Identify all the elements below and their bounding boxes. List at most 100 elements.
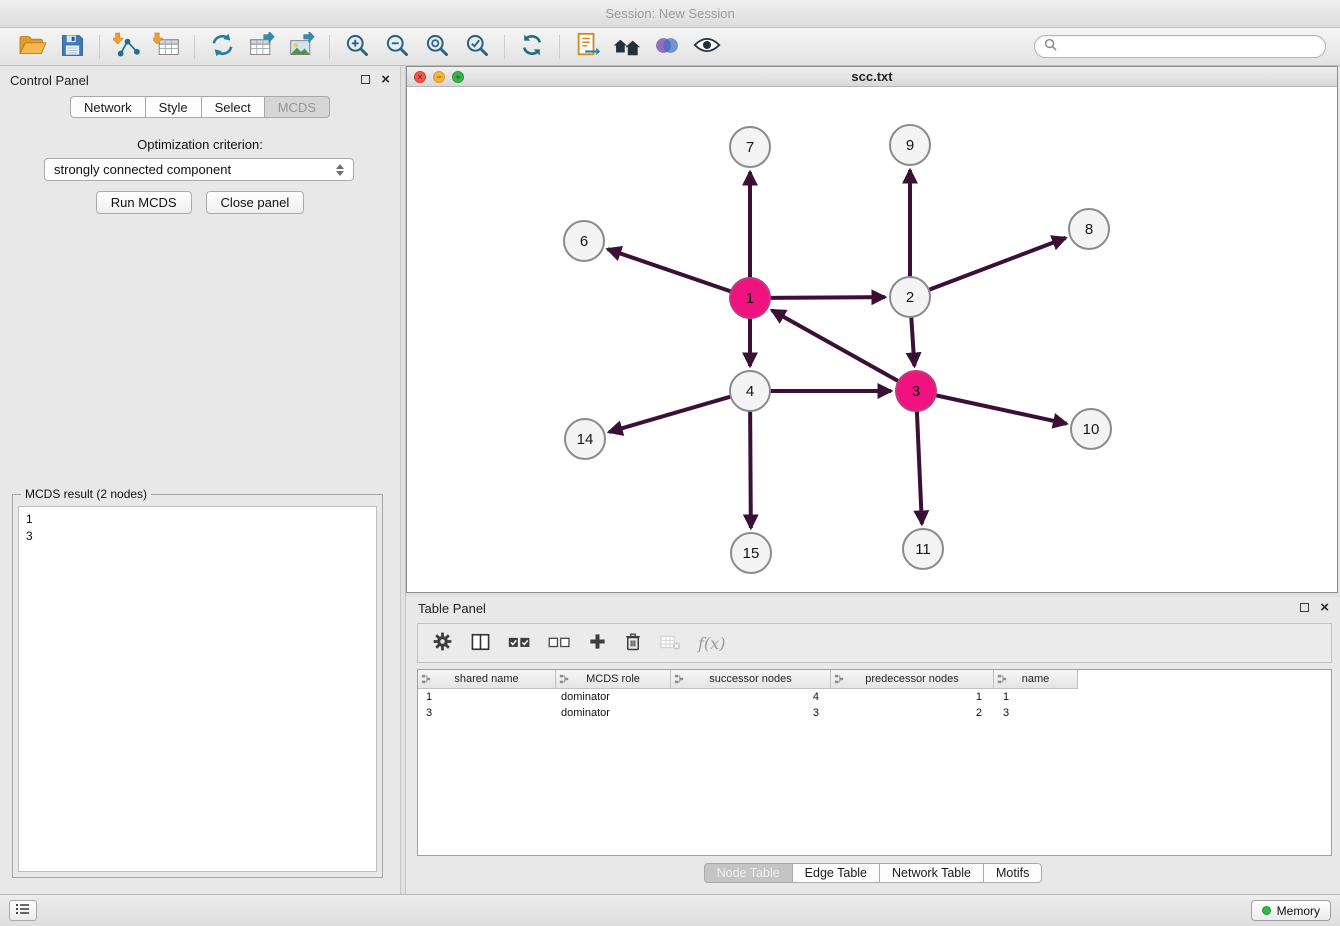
graph-node-2[interactable]: 2 bbox=[890, 277, 930, 317]
delete-column-button[interactable] bbox=[624, 632, 642, 655]
graph-node-8[interactable]: 8 bbox=[1069, 209, 1109, 249]
cell-shared-name[interactable]: 1 bbox=[418, 689, 556, 705]
tab-mcds[interactable]: MCDS bbox=[265, 96, 330, 118]
cell-mcds-role[interactable]: dominator bbox=[556, 705, 671, 721]
minimize-window-button[interactable]: − bbox=[433, 71, 445, 83]
graph-node-14[interactable]: 14 bbox=[565, 419, 605, 459]
column-header-predecessor-nodes[interactable]: predecessor nodes bbox=[831, 670, 994, 689]
deselect-all-rows-button[interactable] bbox=[548, 634, 571, 653]
graph-edge-1-6[interactable] bbox=[608, 249, 731, 291]
tab-motifs[interactable]: Motifs bbox=[984, 863, 1042, 883]
criterion-dropdown[interactable]: strongly connected component bbox=[44, 158, 354, 181]
cell-mcds-role[interactable]: dominator bbox=[556, 689, 671, 705]
zoom-out-icon bbox=[384, 32, 410, 61]
graph-node-7[interactable]: 7 bbox=[730, 127, 770, 167]
graph-node-3[interactable]: 3 bbox=[896, 371, 936, 411]
close-panel-icon[interactable]: × bbox=[381, 74, 390, 85]
cell-successor-nodes[interactable]: 3 bbox=[671, 705, 831, 721]
graph-edge-1-2[interactable] bbox=[770, 297, 885, 298]
refresh-layout-button[interactable] bbox=[512, 31, 552, 63]
control-panel-title: Control Panel bbox=[10, 73, 89, 88]
close-table-panel-icon[interactable]: × bbox=[1320, 602, 1329, 613]
hide-details-button[interactable] bbox=[687, 31, 727, 63]
graph-edge-2-3[interactable] bbox=[911, 317, 914, 366]
column-header-mcds-role[interactable]: MCDS role bbox=[556, 670, 671, 689]
column-type-icon bbox=[674, 674, 684, 687]
column-header-shared-name[interactable]: shared name bbox=[418, 670, 556, 689]
graph-edge-3-10[interactable] bbox=[936, 395, 1067, 423]
create-column-button[interactable] bbox=[588, 632, 607, 654]
cell-name[interactable]: 3 bbox=[994, 705, 1078, 721]
mcds-result-list[interactable]: 1 3 bbox=[18, 506, 377, 872]
tab-style[interactable]: Style bbox=[146, 96, 202, 118]
run-mcds-button[interactable]: Run MCDS bbox=[96, 191, 192, 214]
column-header-successor-nodes[interactable]: successor nodes bbox=[671, 670, 831, 689]
save-session-button[interactable] bbox=[52, 31, 92, 63]
home-button[interactable] bbox=[607, 31, 647, 63]
export-table-button[interactable] bbox=[242, 31, 282, 63]
memory-button[interactable]: Memory bbox=[1251, 900, 1331, 921]
export-image-button[interactable] bbox=[282, 31, 322, 63]
maximize-window-button[interactable]: + bbox=[452, 71, 464, 83]
close-panel-button[interactable]: Close panel bbox=[206, 191, 305, 214]
graph-edge-3-1[interactable] bbox=[772, 310, 899, 381]
graph-edge-3-11[interactable] bbox=[917, 411, 922, 524]
mcds-result-title: MCDS result (2 nodes) bbox=[21, 487, 151, 501]
style-button[interactable] bbox=[647, 31, 687, 63]
folder-open-icon bbox=[18, 33, 47, 61]
cell-predecessor-nodes[interactable]: 1 bbox=[831, 689, 994, 705]
tab-network[interactable]: Network bbox=[70, 96, 146, 118]
show-columns-button[interactable] bbox=[470, 632, 491, 655]
graph-node-11[interactable]: 11 bbox=[903, 529, 943, 569]
table-settings-button[interactable] bbox=[432, 631, 453, 655]
cell-name[interactable]: 1 bbox=[994, 689, 1078, 705]
zoom-in-button[interactable] bbox=[337, 31, 377, 63]
graph-edge-4-14[interactable] bbox=[609, 397, 731, 432]
column-header-name[interactable]: name bbox=[994, 670, 1078, 689]
float-panel-icon[interactable] bbox=[361, 75, 370, 84]
tab-select[interactable]: Select bbox=[202, 96, 265, 118]
graph-edge-2-8[interactable] bbox=[929, 238, 1066, 290]
zoom-out-button[interactable] bbox=[377, 31, 417, 63]
table-row[interactable]: 3 dominator 3 2 3 bbox=[418, 705, 1331, 721]
search-icon bbox=[1044, 38, 1057, 56]
tab-edge-table[interactable]: Edge Table bbox=[793, 863, 880, 883]
node-table[interactable]: shared name MCDS role successor nodes pr… bbox=[417, 669, 1332, 856]
import-public-network-button[interactable] bbox=[567, 31, 607, 63]
tab-node-table[interactable]: Node Table bbox=[704, 863, 793, 883]
columns-icon bbox=[470, 632, 491, 655]
table-tabs: Node Table Edge Table Network Table Moti… bbox=[406, 863, 1340, 883]
graph-node-4[interactable]: 4 bbox=[730, 371, 770, 411]
select-all-rows-button[interactable] bbox=[508, 634, 531, 653]
network-canvas[interactable]: 7 9 6 8 1 2 4 3 14 10 15 11 bbox=[407, 87, 1337, 592]
graph-node-6[interactable]: 6 bbox=[564, 221, 604, 261]
graph-edge-4-15[interactable] bbox=[750, 411, 751, 528]
cell-shared-name[interactable]: 3 bbox=[418, 705, 556, 721]
toolbar-separator bbox=[559, 35, 560, 59]
graph-node-label: 6 bbox=[580, 233, 588, 250]
zoom-selected-button[interactable] bbox=[457, 31, 497, 63]
float-table-panel-icon[interactable] bbox=[1300, 603, 1309, 612]
zoom-fit-button[interactable] bbox=[417, 31, 457, 63]
column-type-icon bbox=[834, 674, 844, 687]
graph-node-15[interactable]: 15 bbox=[731, 533, 771, 573]
table-row[interactable]: 1 dominator 4 1 1 bbox=[418, 689, 1331, 705]
cell-predecessor-nodes[interactable]: 2 bbox=[831, 705, 994, 721]
graph-node-label: 1 bbox=[746, 290, 754, 307]
graph-node-9[interactable]: 9 bbox=[890, 125, 930, 165]
network-window-titlebar[interactable]: × − + scc.txt bbox=[407, 67, 1337, 87]
chevron-updown-icon bbox=[336, 164, 344, 176]
export-network-button[interactable] bbox=[202, 31, 242, 63]
graph-node-label: 15 bbox=[743, 545, 760, 562]
open-session-button[interactable] bbox=[12, 31, 52, 63]
graph-node-1[interactable]: 1 bbox=[730, 278, 770, 318]
import-table-button[interactable] bbox=[147, 31, 187, 63]
cell-successor-nodes[interactable]: 4 bbox=[671, 689, 831, 705]
tab-network-table[interactable]: Network Table bbox=[880, 863, 984, 883]
search-box[interactable] bbox=[1034, 35, 1326, 58]
task-history-button[interactable] bbox=[9, 900, 37, 921]
graph-node-10[interactable]: 10 bbox=[1071, 409, 1111, 449]
search-input[interactable] bbox=[1063, 40, 1316, 54]
import-network-button[interactable] bbox=[107, 31, 147, 63]
close-window-button[interactable]: × bbox=[414, 71, 426, 83]
